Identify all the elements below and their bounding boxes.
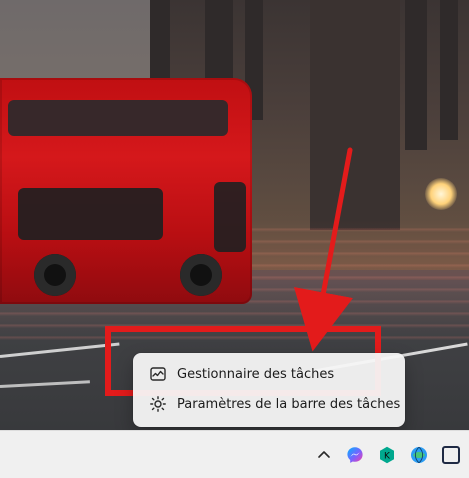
- bus-upper-windows: [8, 100, 228, 136]
- taskbar-settings-label: Paramètres de la barre des tâches: [177, 396, 401, 412]
- bus-lower-windows: [18, 188, 163, 240]
- system-tray: K: [315, 431, 469, 478]
- square-app-icon[interactable]: [441, 445, 461, 465]
- tower: [405, 0, 427, 150]
- bus-wheel: [34, 254, 76, 296]
- menu-item-taskbar-settings[interactable]: Paramètres de la barre des tâches: [139, 389, 401, 419]
- tower: [440, 0, 458, 140]
- tower: [310, 0, 400, 230]
- taskbar-context-menu: Gestionnaire des tâches Paramètres de la…: [133, 353, 405, 427]
- square-outline-icon: [442, 445, 460, 464]
- task-manager-icon: [149, 365, 167, 383]
- chevron-up-icon[interactable]: [315, 446, 333, 464]
- taskbar[interactable]: K: [0, 430, 469, 478]
- settings-gear-icon: [149, 395, 167, 413]
- menu-item-task-manager[interactable]: Gestionnaire des tâches: [139, 359, 399, 389]
- sun-glare: [425, 178, 457, 210]
- bus-wheel: [180, 254, 222, 296]
- kaspersky-icon[interactable]: K: [377, 445, 397, 465]
- messenger-icon[interactable]: [345, 445, 365, 465]
- task-manager-label: Gestionnaire des tâches: [177, 366, 335, 382]
- bus-front-window: [214, 182, 246, 252]
- red-bus: [0, 78, 252, 304]
- network-globe-icon[interactable]: [409, 445, 429, 465]
